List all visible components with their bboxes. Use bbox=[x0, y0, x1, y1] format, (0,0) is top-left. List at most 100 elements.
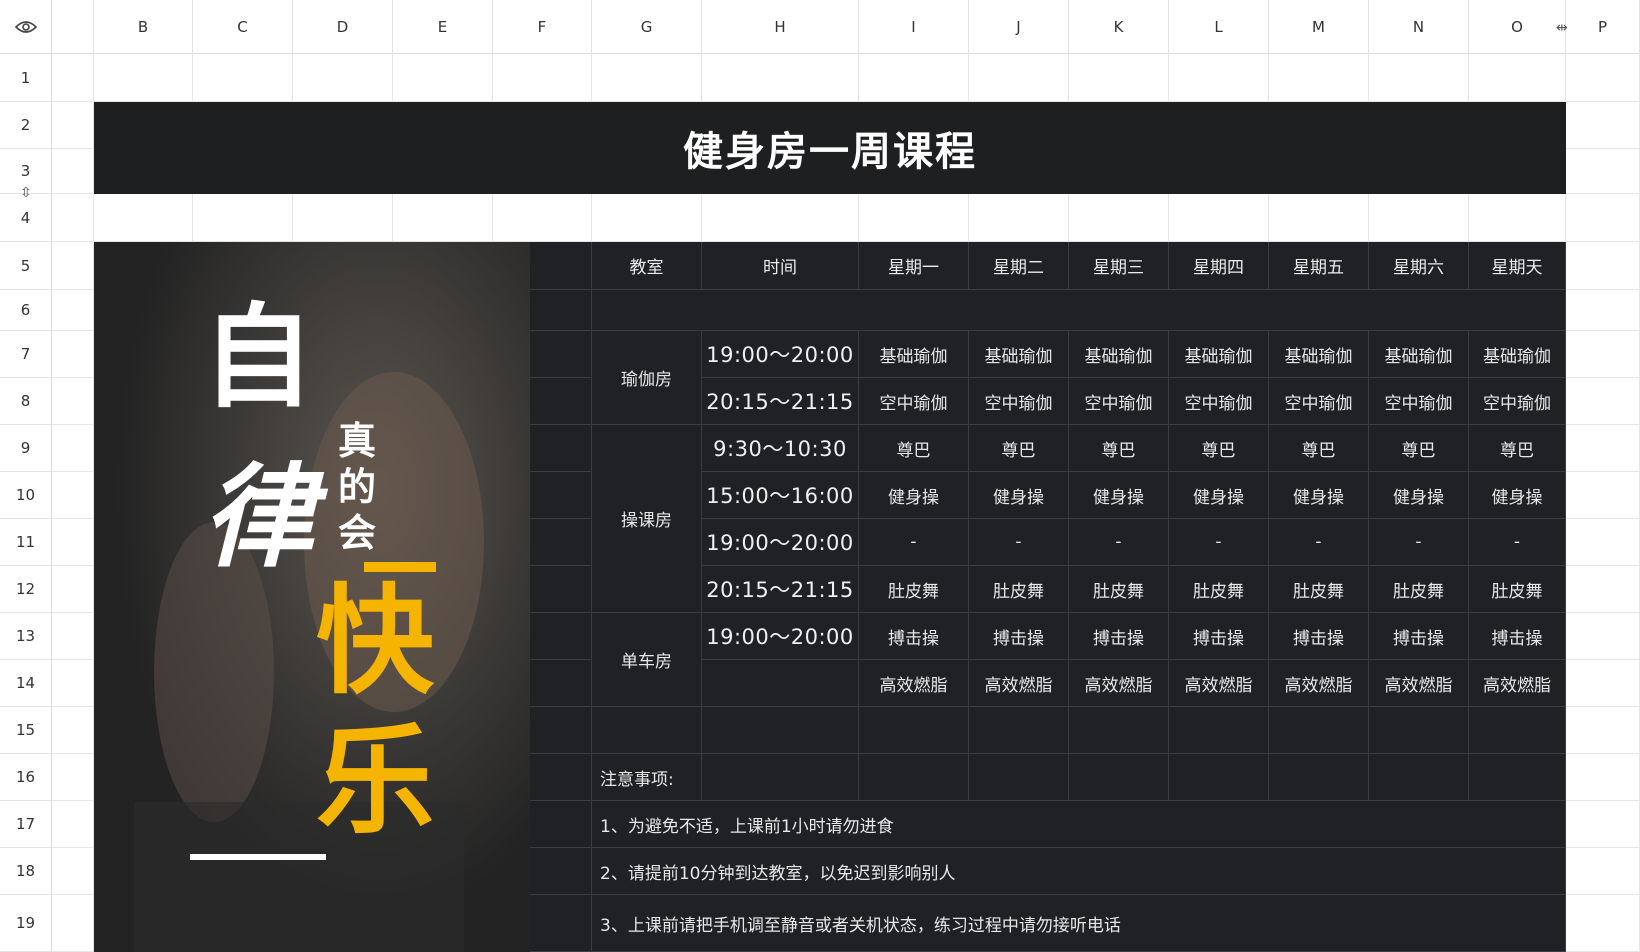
column-header-F[interactable]: F bbox=[493, 0, 592, 54]
class-cell[interactable]: 健身操 bbox=[969, 472, 1069, 519]
time-cell[interactable]: 19:00～20:00 bbox=[702, 613, 859, 660]
class-cell[interactable]: 高效燃脂 bbox=[1169, 660, 1269, 707]
row-header-7[interactable]: 7 bbox=[0, 331, 52, 378]
grid-cell[interactable] bbox=[193, 54, 293, 102]
gutter-cell[interactable] bbox=[530, 754, 592, 801]
row-header-16[interactable]: 16 bbox=[0, 754, 52, 801]
class-cell[interactable]: 搏击操 bbox=[859, 613, 969, 660]
column-header-H[interactable]: H bbox=[702, 0, 859, 54]
table-header-cell[interactable]: 星期四 bbox=[1169, 242, 1269, 290]
class-cell[interactable]: 肚皮舞 bbox=[969, 566, 1069, 613]
grid-cell[interactable] bbox=[52, 519, 94, 566]
title-banner[interactable]: 健身房一周课程 bbox=[94, 102, 1566, 194]
row-header-17[interactable]: 17 bbox=[0, 801, 52, 848]
class-cell[interactable]: - bbox=[859, 519, 969, 566]
class-cell[interactable]: 高效燃脂 bbox=[1469, 660, 1566, 707]
class-cell[interactable]: 空中瑜伽 bbox=[1269, 378, 1369, 425]
class-cell[interactable]: 空中瑜伽 bbox=[1469, 378, 1566, 425]
grid-cell[interactable] bbox=[1069, 54, 1169, 102]
gutter-cell[interactable] bbox=[530, 801, 592, 848]
grid-cell[interactable] bbox=[52, 660, 94, 707]
class-cell[interactable]: 基础瑜伽 bbox=[1269, 331, 1369, 378]
row-header-15[interactable]: 15 bbox=[0, 707, 52, 754]
grid-cell[interactable] bbox=[592, 54, 702, 102]
class-cell[interactable]: 肚皮舞 bbox=[1369, 566, 1469, 613]
time-cell[interactable]: 20:15～21:15 bbox=[702, 566, 859, 613]
row-header-18[interactable]: 18 bbox=[0, 848, 52, 895]
gutter-cell[interactable] bbox=[530, 519, 592, 566]
time-cell[interactable]: 19:00～20:00 bbox=[702, 519, 859, 566]
gutter-cell[interactable] bbox=[530, 290, 592, 331]
class-cell[interactable]: 搏击操 bbox=[1069, 613, 1169, 660]
row-header-2[interactable]: 2 bbox=[0, 102, 52, 149]
class-cell[interactable]: 尊巴 bbox=[1169, 425, 1269, 472]
row-header-4[interactable]: 4 bbox=[0, 194, 52, 242]
grid-cell[interactable] bbox=[1566, 472, 1640, 519]
class-cell[interactable]: 尊巴 bbox=[1469, 425, 1566, 472]
class-cell[interactable]: 尊巴 bbox=[969, 425, 1069, 472]
empty-cell[interactable] bbox=[1069, 754, 1169, 801]
grid-cell[interactable] bbox=[1566, 707, 1640, 754]
grid-cell[interactable] bbox=[293, 54, 393, 102]
row-header-12[interactable]: 12 bbox=[0, 566, 52, 613]
class-cell[interactable]: 健身操 bbox=[1369, 472, 1469, 519]
grid-cell[interactable] bbox=[859, 54, 969, 102]
grid-cell[interactable] bbox=[393, 194, 493, 242]
class-cell[interactable]: 搏击操 bbox=[1469, 613, 1566, 660]
grid-cell[interactable] bbox=[52, 613, 94, 660]
class-cell[interactable]: 健身操 bbox=[859, 472, 969, 519]
class-cell[interactable]: 高效燃脂 bbox=[1269, 660, 1369, 707]
class-cell[interactable]: 高效燃脂 bbox=[1369, 660, 1469, 707]
room-name-cell[interactable]: 操课房 bbox=[592, 425, 702, 613]
class-cell[interactable]: 基础瑜伽 bbox=[1469, 331, 1566, 378]
row-resize-handle-icon[interactable]: ⇳ bbox=[20, 185, 32, 201]
grid-cell[interactable] bbox=[1566, 331, 1640, 378]
table-header-cell[interactable]: 星期五 bbox=[1269, 242, 1369, 290]
grid-cell[interactable] bbox=[702, 194, 859, 242]
empty-cell[interactable] bbox=[1169, 707, 1269, 754]
gutter-cell[interactable] bbox=[530, 613, 592, 660]
grid-cell[interactable] bbox=[1566, 194, 1640, 242]
class-cell[interactable]: - bbox=[1169, 519, 1269, 566]
grid-cell[interactable] bbox=[1269, 194, 1369, 242]
column-header-C[interactable]: C bbox=[193, 0, 293, 54]
class-cell[interactable]: 尊巴 bbox=[1369, 425, 1469, 472]
fitness-poster-image[interactable]: 自 律 真的会 快 乐 bbox=[94, 242, 530, 952]
class-cell[interactable]: 基础瑜伽 bbox=[1169, 331, 1269, 378]
class-cell[interactable]: 肚皮舞 bbox=[1169, 566, 1269, 613]
table-header-cell[interactable]: 星期三 bbox=[1069, 242, 1169, 290]
class-cell[interactable]: 搏击操 bbox=[1369, 613, 1469, 660]
column-header-O[interactable]: O bbox=[1469, 0, 1566, 54]
empty-cell[interactable] bbox=[1069, 707, 1169, 754]
empty-cell[interactable] bbox=[859, 754, 969, 801]
class-cell[interactable]: - bbox=[1269, 519, 1369, 566]
row-header-11[interactable]: 11 bbox=[0, 519, 52, 566]
column-resize-handle-icon[interactable]: ⇹ bbox=[1556, 20, 1568, 36]
gutter-cell[interactable] bbox=[530, 660, 592, 707]
grid-cell[interactable] bbox=[1566, 102, 1640, 149]
table-header-cell[interactable]: 星期天 bbox=[1469, 242, 1566, 290]
grid-cell[interactable] bbox=[493, 54, 592, 102]
column-header-P[interactable]: P bbox=[1566, 0, 1640, 54]
column-header-K[interactable]: K bbox=[1069, 0, 1169, 54]
class-cell[interactable]: 尊巴 bbox=[859, 425, 969, 472]
grid-cell[interactable] bbox=[1566, 566, 1640, 613]
row-header-13[interactable]: 13 bbox=[0, 613, 52, 660]
grid-cell[interactable] bbox=[52, 566, 94, 613]
grid-cell[interactable] bbox=[859, 194, 969, 242]
class-cell[interactable]: 基础瑜伽 bbox=[1369, 331, 1469, 378]
table-header-cell[interactable]: 时间 bbox=[702, 242, 859, 290]
empty-cell[interactable] bbox=[1269, 754, 1369, 801]
class-cell[interactable]: 肚皮舞 bbox=[1069, 566, 1169, 613]
class-cell[interactable]: 基础瑜伽 bbox=[1069, 331, 1169, 378]
empty-cell[interactable] bbox=[1369, 754, 1469, 801]
time-cell[interactable]: 20:15～21:15 bbox=[702, 378, 859, 425]
grid-cell[interactable] bbox=[1566, 242, 1640, 290]
class-cell[interactable]: 健身操 bbox=[1169, 472, 1269, 519]
empty-cell[interactable] bbox=[969, 754, 1069, 801]
grid-cell[interactable] bbox=[52, 194, 94, 242]
grid-cell[interactable] bbox=[1566, 54, 1640, 102]
grid-cell[interactable] bbox=[1566, 754, 1640, 801]
grid-cell[interactable] bbox=[52, 895, 94, 952]
grid-cell[interactable] bbox=[52, 242, 94, 290]
